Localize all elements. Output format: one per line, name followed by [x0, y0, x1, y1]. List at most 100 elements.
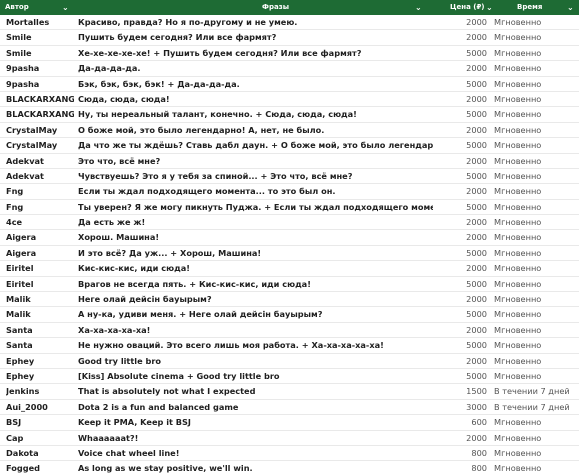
cell-time: Мгновенно [494, 140, 542, 151]
cell-author: Malik [6, 309, 31, 320]
table-row[interactable]: Malik Неге олай дейсін бауырым? 2000 Мгнове… [0, 292, 579, 308]
cell-phrase: Да есть же ж! [78, 217, 146, 228]
table-row[interactable]: 4ce Да есть же ж! 2000 Мгновенно [0, 215, 579, 231]
chevron-down-icon[interactable]: ⌄ [567, 0, 574, 15]
cell-phrase: Это что, всё мне? [78, 155, 161, 166]
cell-time: Мгновенно [494, 370, 542, 381]
cell-price: 5000 [466, 340, 487, 351]
table-row[interactable]: Fng Если ты ждал подходящего момента... т… [0, 184, 579, 200]
cell-phrase: Не нужно оваций. Это всего лишь моя рабо… [78, 340, 384, 351]
table-row[interactable]: Ephey Good try little bro 2000 Мгновенно [0, 354, 579, 369]
cell-time: Мгновенно [494, 63, 542, 74]
cell-author: CrystalMay [6, 124, 58, 135]
cell-price: 2000 [466, 294, 487, 305]
chevron-down-icon[interactable]: ⌄ [62, 0, 69, 15]
table-row[interactable]: Smile Хе-хе-хе-хе-хе! + Пушить будем сего… [0, 46, 579, 62]
cell-time: Мгновенно [494, 447, 542, 458]
cell-phrase: И это всё? Да уж... + Хорош, Машина! [78, 247, 262, 258]
cell-author: CrystalMay [6, 140, 58, 151]
table-row[interactable]: Aigera Хорош. Машина! 2000 Мгновенно [0, 230, 579, 246]
chevron-down-icon[interactable]: ⌄ [415, 0, 422, 15]
cell-time: Мгновенно [494, 32, 542, 43]
cell-price: 2000 [466, 232, 487, 243]
column-header-price[interactable]: Цена (₽) ⌄ [438, 0, 502, 15]
table-body: Mortalles Красиво, правда? Но я по-другом… [0, 15, 579, 476]
cell-phrase: Если ты ждал подходящего момента... то э… [78, 186, 336, 197]
cell-price: 5000 [466, 109, 487, 120]
cell-phrase: Да что же ты ждёшь? Ставь дабл даун. + О… [78, 140, 433, 151]
table-row[interactable]: Santa Не нужно оваций. Это всего лишь моя… [0, 338, 579, 354]
cell-time: Мгновенно [494, 309, 542, 320]
cell-price: 5000 [466, 278, 487, 289]
table-row[interactable]: BSJ Keep it PMA, Keep it BSJ 600 Мгновенно [0, 415, 579, 431]
cell-time: В течении 7 дней [494, 386, 570, 397]
cell-price: 2000 [466, 263, 487, 274]
column-header-author-label: Автор [5, 3, 29, 11]
table-row[interactable]: Fng Ты уверен? Я же могу пикнуть Пуджа. +… [0, 200, 579, 216]
column-header-phrases[interactable]: Фразы ⌄ [74, 0, 438, 15]
cell-price: 1500 [466, 386, 487, 397]
cell-price: 5000 [466, 47, 487, 58]
cell-price: 5000 [466, 370, 487, 381]
cell-author: Jenkins [6, 386, 40, 397]
cell-author: Adekvat [6, 170, 44, 181]
cell-author: Fng [6, 186, 24, 197]
table-header: Автор ⌄ Фразы ⌄ Цена (₽) ⌄ Время отправк… [0, 0, 579, 26]
table-row[interactable]: Jenkins That is absolutely not what I exp… [0, 384, 579, 400]
cell-price: 2000 [466, 17, 487, 27]
cell-author: Cap [6, 432, 24, 443]
table-row[interactable]: Cap Whaaaaaat?! 2000 Мгновенно [0, 431, 579, 446]
table-row[interactable]: Fogged As long as we stay positive, we'll… [0, 461, 579, 476]
table-row[interactable]: CrystalMay О боже мой, это было легендарн… [0, 123, 579, 139]
table-row[interactable]: 9pasha Да-да-да-да. 2000 Мгновенно [0, 61, 579, 77]
cell-time: Мгновенно [494, 93, 542, 104]
table-row[interactable]: BLACKARXANGEL Ну, ты нереальный талант, к… [0, 107, 579, 123]
table-row[interactable]: CrystalMay Да что же ты ждёшь? Ставь дабл… [0, 138, 579, 154]
cell-author: Santa [6, 324, 33, 335]
table-row[interactable]: Eiritel Врагов не всегда пять. + Кис-кис-… [0, 277, 579, 293]
cell-time: Мгновенно [494, 47, 542, 58]
cell-author: Smile [6, 32, 32, 43]
cell-author: Adekvat [6, 155, 44, 166]
table-row[interactable]: BLACKARXANGEL Сюда, сюда, сюда! 2000 Мгнове… [0, 92, 579, 108]
cell-price: 5000 [466, 140, 487, 151]
table-row[interactable]: Aui_2000 Dota 2 is a fun and balanced gam… [0, 400, 579, 416]
cell-phrase: Хе-хе-хе-хе-хе! + Пушить будем сегодня? … [78, 47, 362, 58]
cell-phrase: Whaaaaaat?! [78, 432, 139, 443]
column-header-time[interactable]: Время отправки ⌄ [502, 0, 579, 26]
cell-phrase: Ха-ха-ха-ха-ха! [78, 324, 151, 335]
table-row[interactable]: 9pasha Бэк, бэк, бэк, бэк! + Да-да-да-да.… [0, 77, 579, 92]
cell-price: 800 [471, 463, 487, 474]
cell-price: 3000 [466, 401, 487, 412]
table-row[interactable]: Aigera И это всё? Да уж... + Хорош, Машин… [0, 246, 579, 262]
cell-time: Мгновенно [494, 417, 542, 428]
cell-time: Мгновенно [494, 217, 542, 228]
table-row[interactable]: Ephey [Kiss] Absolute cinema + Good try l… [0, 369, 579, 385]
cell-phrase: А ну-ка, удиви меня. + Неге олай дейсін … [78, 309, 323, 320]
cell-price: 2000 [466, 324, 487, 335]
column-header-author[interactable]: Автор ⌄ [0, 0, 74, 15]
cell-time: Мгновенно [494, 340, 542, 351]
chevron-down-icon[interactable]: ⌄ [486, 0, 493, 15]
cell-phrase: Dota 2 is a fun and balanced game [78, 401, 239, 412]
cell-phrase: Good try little bro [78, 355, 161, 366]
cell-author: 9pasha [6, 63, 40, 74]
cell-phrase: Сюда, сюда, сюда! [78, 93, 170, 104]
cell-time: Мгновенно [494, 109, 542, 120]
cell-time: Мгновенно [494, 124, 542, 135]
table-row[interactable]: Dakota Voice chat wheel line! 800 Мгновенно [0, 446, 579, 462]
table-row[interactable]: Mortalles Красиво, правда? Но я по-другом… [0, 15, 579, 31]
table-row[interactable]: Malik А ну-ка, удиви меня. + Неге олай де… [0, 307, 579, 323]
cell-author: Fogged [6, 463, 41, 474]
table-row[interactable]: Adekvat Чувствуешь? Это я у тебя за спино… [0, 169, 579, 185]
table-row[interactable]: Eiritel Кис-кис-кис, иди сюда! 2000 Мгновен… [0, 261, 579, 277]
cell-phrase: Ну, ты нереальный талант, конечно. + Сюд… [78, 109, 357, 120]
table-row[interactable]: Adekvat Это что, всё мне? 2000 Мгновенно [0, 154, 579, 169]
cell-price: 2000 [466, 355, 487, 366]
cell-author: Dakota [6, 447, 39, 458]
table-row[interactable]: Santa Ха-ха-ха-ха-ха! 2000 Мгновенно [0, 323, 579, 339]
cell-price: 2000 [466, 186, 487, 197]
table-row[interactable]: Smile Пушить будем сегодня? Или все фармя… [0, 30, 579, 46]
cell-time: Мгновенно [494, 324, 542, 335]
cell-time: Мгновенно [494, 263, 542, 274]
